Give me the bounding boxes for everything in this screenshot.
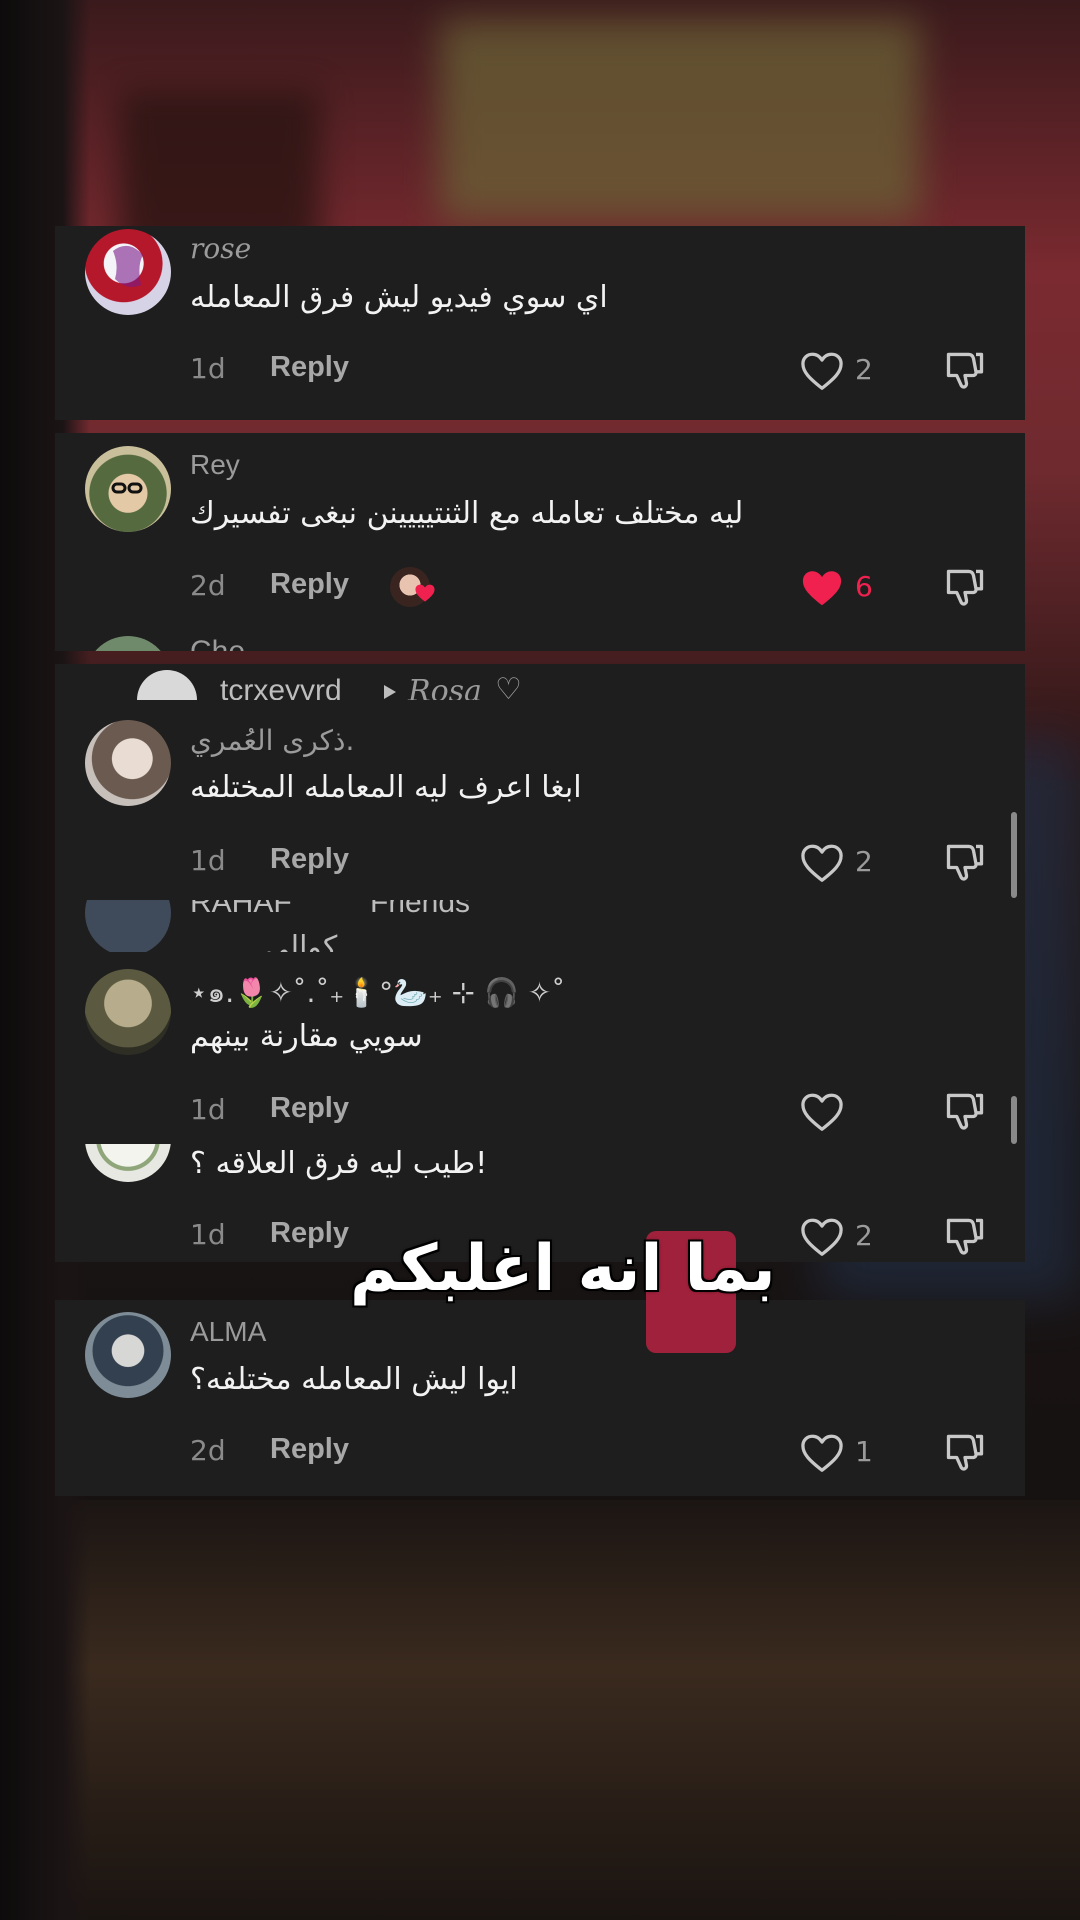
comment-time: 2d bbox=[190, 1434, 226, 1467]
avatar bbox=[137, 670, 197, 700]
heart-filled-icon[interactable] bbox=[800, 568, 844, 608]
comment-text: ايوا ليش المعامله مختلفه؟ bbox=[190, 1362, 518, 1397]
comment-username[interactable]: ⋆๑.🌷✧˚.˚₊🕯️°🦢₊ ⊹ 🎧 ✧˚ bbox=[190, 971, 565, 1015]
like-count: 6 bbox=[855, 570, 873, 603]
comment-text: ابغا اعرف ليه المعامله المختلفه bbox=[190, 770, 582, 805]
reply-button[interactable]: Reply bbox=[270, 1092, 349, 1125]
heart-glyph: ♡ bbox=[495, 672, 522, 700]
comment-text: اي سوي فيديو ليش فرق المعامله bbox=[190, 280, 608, 315]
comment-item: ALMA ايوا ليش المعامله مختلفه؟ 2d Reply … bbox=[55, 1300, 1025, 1475]
partial-username: RAHAF bbox=[190, 900, 292, 919]
thumbs-down-icon[interactable] bbox=[943, 1430, 987, 1474]
heart-outline-icon[interactable] bbox=[800, 843, 844, 883]
thumbs-down-icon[interactable] bbox=[943, 840, 987, 884]
thumbs-down-icon[interactable] bbox=[943, 1214, 987, 1258]
heart-outline-icon[interactable] bbox=[800, 1433, 844, 1473]
thumbs-down-icon[interactable] bbox=[943, 348, 987, 392]
heart-filled-icon bbox=[414, 583, 436, 603]
avatar[interactable] bbox=[85, 229, 171, 315]
like-count: 1 bbox=[855, 1435, 873, 1468]
comment-time: 1d bbox=[190, 844, 226, 877]
comment-time: 1d bbox=[190, 1093, 226, 1126]
reply-username[interactable]: tcrxeyyrd bbox=[220, 674, 342, 700]
play-triangle-icon bbox=[384, 685, 396, 699]
avatar[interactable] bbox=[85, 446, 171, 532]
comment-username[interactable]: ALMA bbox=[190, 1316, 266, 1348]
reply-button[interactable]: Reply bbox=[270, 843, 349, 876]
avatar[interactable] bbox=[85, 720, 171, 806]
scrollbar[interactable] bbox=[1011, 812, 1017, 898]
comment-time: 1d bbox=[190, 352, 226, 385]
comment-text: ليه مختلف تعامله مع الثنتيييينن نبغى تفس… bbox=[190, 496, 744, 531]
reply-button[interactable]: Reply bbox=[270, 1217, 349, 1250]
scrollbar[interactable] bbox=[1011, 1096, 1017, 1144]
avatar[interactable] bbox=[85, 969, 171, 1055]
partial-text: كوالي bbox=[265, 930, 338, 952]
comment-card-rey: Rey ليه مختلف تعامله مع الثنتيييينن نبغى… bbox=[55, 433, 1025, 651]
reply-header: tcrxeyyrd Rosa ♡ bbox=[55, 664, 1025, 700]
heart-outline-icon[interactable] bbox=[800, 351, 844, 391]
heart-outline-icon[interactable] bbox=[800, 1217, 844, 1257]
avatar bbox=[85, 900, 171, 952]
avatar bbox=[85, 636, 171, 651]
comment-item: Rey ليه مختلف تعامله مع الثنتيييينن نبغى… bbox=[55, 433, 1025, 608]
comment-time: 1d bbox=[190, 1218, 226, 1251]
thumbs-down-icon[interactable] bbox=[943, 565, 987, 609]
comment-username[interactable]: ذكرى العُمري. bbox=[190, 724, 354, 757]
comment-username[interactable]: rose bbox=[190, 232, 251, 265]
comment-item: rose اي سوي فيديو ليش فرق المعامله 1d Re… bbox=[55, 226, 1025, 401]
avatar[interactable] bbox=[85, 1144, 171, 1182]
reply-target[interactable]: Rosa bbox=[408, 674, 482, 700]
like-count: 2 bbox=[855, 353, 873, 386]
reply-button[interactable]: Reply bbox=[270, 351, 349, 384]
comment-time: 2d bbox=[190, 569, 226, 602]
comment-text: طيب ليه فرق العلاقه ؟! bbox=[190, 1146, 488, 1181]
comment-card-stack: tcrxeyyrd Rosa ♡ ذكرى العُمري. ابغا اعرف… bbox=[55, 664, 1025, 1262]
avatar[interactable] bbox=[85, 1312, 171, 1398]
heart-outline-icon[interactable] bbox=[800, 1092, 844, 1132]
video-caption: بما انه اغلبكم bbox=[350, 1232, 776, 1306]
comment-username[interactable]: Rey bbox=[190, 449, 240, 481]
comment-item: ⋆๑.🌷✧˚.˚₊🕯️°🦢₊ ⊹ 🎧 ✧˚ سويي مقارنة بينهم … bbox=[55, 969, 1025, 1144]
thumbs-down-icon[interactable] bbox=[943, 1089, 987, 1133]
reply-button[interactable]: Reply bbox=[270, 568, 349, 601]
comment-text: سويي مقارنة بينهم bbox=[190, 1019, 423, 1054]
comment-card-rose: rose اي سوي فيديو ليش فرق المعامله 1d Re… bbox=[55, 226, 1025, 420]
comment-item: ذكرى العُمري. ابغا اعرف ليه المعامله الم… bbox=[55, 720, 1025, 895]
like-count: 2 bbox=[855, 845, 873, 878]
like-count: 2 bbox=[855, 1219, 873, 1252]
partial-username: Che bbox=[190, 635, 245, 651]
partial-comment: RAHAF Friends كوالي bbox=[55, 900, 1025, 952]
comment-card-alma: ALMA ايوا ليش المعامله مختلفه؟ 2d Reply … bbox=[55, 1300, 1025, 1496]
partial-tag: Friends bbox=[370, 900, 471, 919]
reply-button[interactable]: Reply bbox=[270, 1433, 349, 1466]
